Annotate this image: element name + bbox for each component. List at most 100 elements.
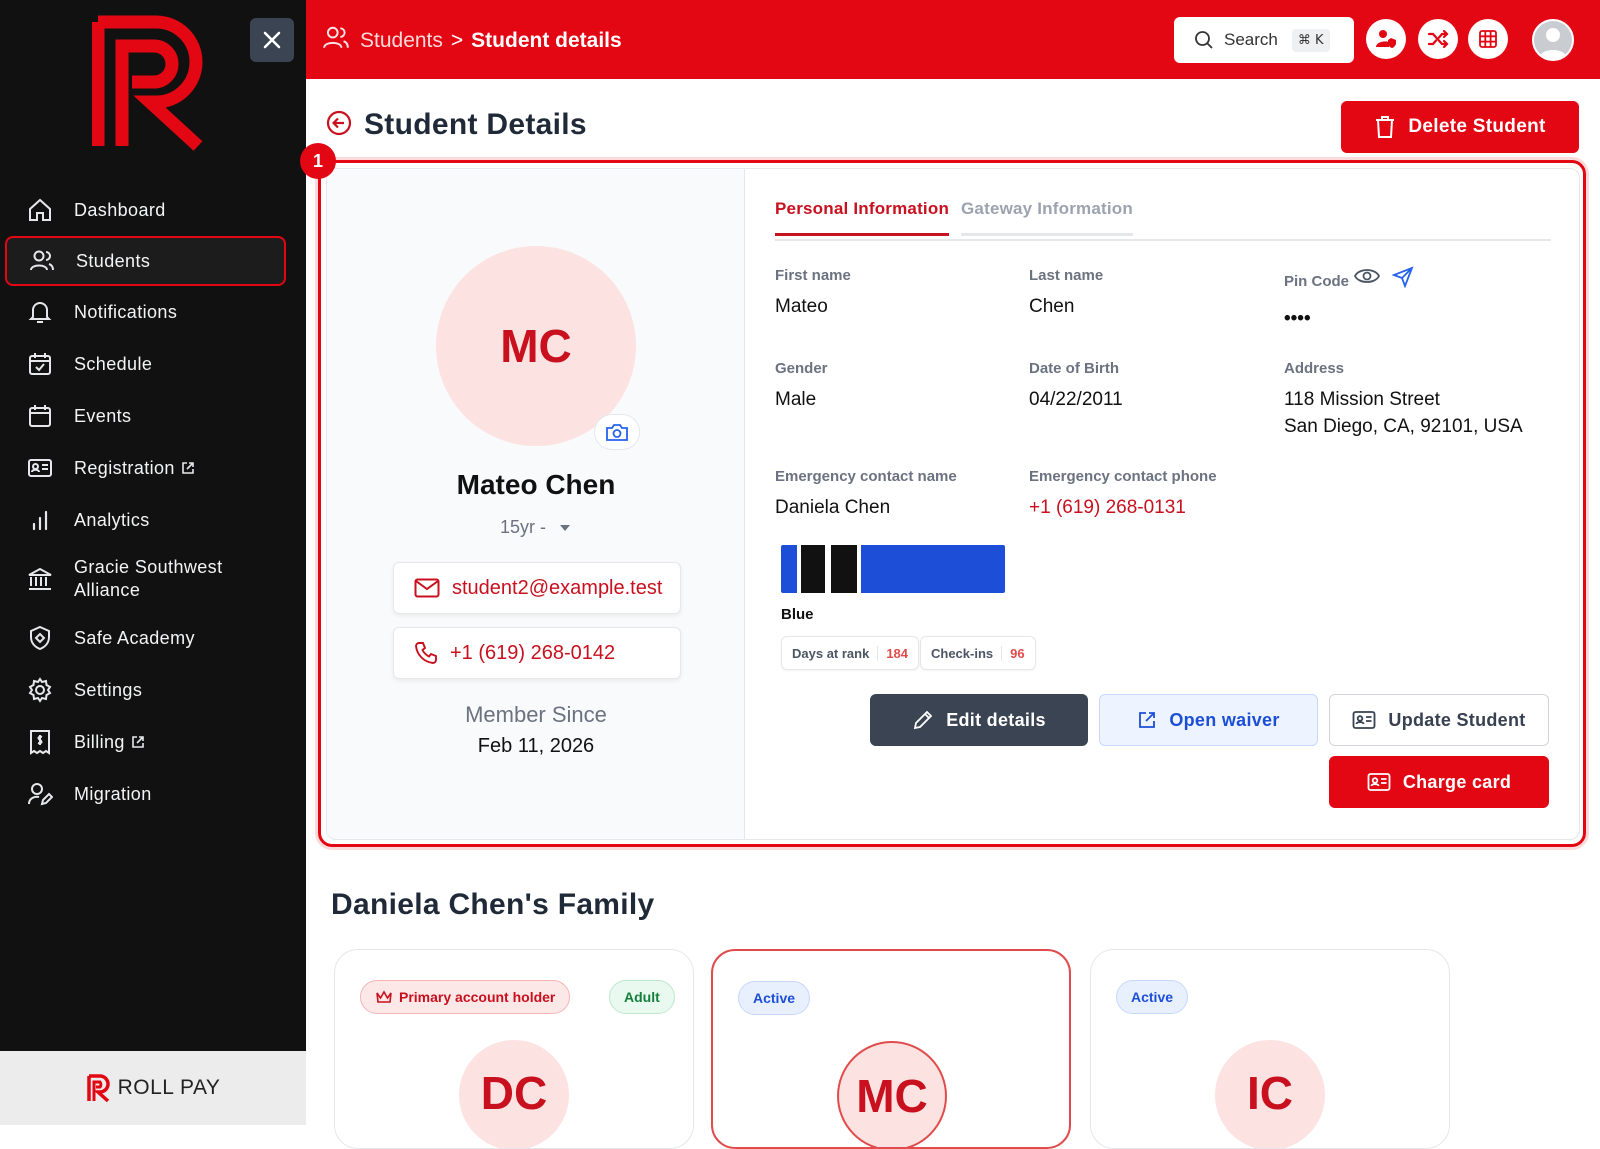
sidebar: Dashboard Students Notifications Schedul… (0, 0, 306, 1125)
info-tabs: Personal Information Gateway Information (775, 199, 1551, 241)
dob-label: Date of Birth (1029, 360, 1119, 377)
sidebar-footer-brand: ROLL PAY (0, 1051, 306, 1125)
eye-icon (1353, 269, 1381, 283)
sidebar-item-label: Registration (74, 457, 175, 478)
bar-chart-icon (26, 506, 54, 534)
primary-account-badge: Primary account holder (360, 980, 571, 1014)
sidebar-item-label: Analytics (74, 509, 150, 530)
show-pin-button[interactable] (1353, 266, 1381, 291)
sidebar-item-settings[interactable]: Settings (0, 664, 306, 716)
family-member-avatar: MC (837, 1041, 947, 1147)
topbar: Students > Student details Search ⌘ K (306, 0, 1600, 79)
gender-value: Male (775, 389, 817, 410)
user-shield-button[interactable] (1366, 19, 1406, 59)
shield-icon (26, 624, 54, 652)
stat-value: 96 (1001, 645, 1025, 661)
family-section-title: Daniela Chen's Family (331, 888, 655, 921)
emergency-contact-name-label: Emergency contact name (775, 468, 957, 485)
belt-stripe (831, 545, 857, 593)
chevron-down-icon (560, 524, 570, 531)
active-badge: Active (1116, 980, 1189, 1014)
calendar-icon (26, 402, 54, 430)
student-age-dropdown[interactable]: 15yr - (327, 517, 745, 538)
student-details-card: MC Mateo Chen 15yr - student2@example.te… (326, 168, 1580, 840)
gender-label: Gender (775, 360, 828, 377)
search-button[interactable]: Search ⌘ K (1174, 17, 1354, 63)
family-member-card[interactable]: Active IC (1090, 949, 1450, 1149)
grid-button[interactable] (1468, 19, 1508, 59)
breadcrumb-separator: > (450, 29, 464, 52)
address-label: Address (1284, 360, 1345, 377)
breadcrumb-students-link[interactable]: Students (360, 29, 443, 53)
email-button[interactable]: student2@example.test (393, 562, 681, 614)
charge-card-label: Charge card (1402, 771, 1512, 792)
sidebar-item-label: Students (76, 250, 151, 271)
pin-code-label: Pin Code (1284, 273, 1350, 290)
shuffle-button[interactable] (1418, 19, 1458, 59)
sidebar-item-gracie-southwest-alliance[interactable]: Gracie Southwest Alliance (0, 546, 306, 612)
sidebar-item-notifications[interactable]: Notifications (0, 286, 306, 338)
charge-card-button[interactable]: Charge card (1329, 756, 1549, 808)
sidebar-item-dashboard[interactable]: Dashboard (0, 184, 306, 236)
edit-details-button[interactable]: Edit details (870, 694, 1088, 746)
sidebar-item-label: Events (74, 405, 132, 426)
emergency-contact-name-value: Daniela Chen (775, 497, 891, 518)
shuffle-icon (1427, 29, 1449, 49)
last-name-label: Last name (1029, 267, 1104, 284)
open-waiver-button[interactable]: Open waiver (1099, 694, 1318, 746)
change-photo-button[interactable] (594, 414, 640, 450)
sidebar-item-registration[interactable]: Registration (0, 442, 306, 494)
family-member-card[interactable]: Primary account holder Adult DC (334, 949, 694, 1149)
student-name: Mateo Chen (456, 469, 616, 500)
send-icon (1391, 266, 1414, 289)
external-link-icon (131, 735, 145, 749)
sidebar-item-migration[interactable]: Migration (0, 768, 306, 820)
emergency-contact-phone-value[interactable]: +1 (619) 268-0131 (1029, 494, 1186, 521)
family-member-initials: DC (480, 1067, 548, 1119)
sidebar-item-events[interactable]: Events (0, 390, 306, 442)
users-icon (28, 247, 56, 275)
sidebar-item-label: Gracie Southwest Alliance (74, 557, 223, 600)
sidebar-item-students[interactable]: Students (5, 236, 286, 286)
student-email: student2@example.test (452, 576, 663, 599)
back-button[interactable] (326, 110, 352, 141)
user-edit-icon (26, 780, 54, 808)
bell-icon (26, 298, 54, 326)
send-pin-button[interactable] (1391, 266, 1414, 293)
gear-icon (26, 676, 54, 704)
sidebar-item-safe-academy[interactable]: Safe Academy (0, 612, 306, 664)
search-label: Search (1224, 30, 1278, 49)
mail-icon (414, 578, 440, 598)
user-avatar[interactable] (1532, 19, 1574, 61)
delete-student-button[interactable]: Delete Student (1341, 101, 1579, 153)
check-ins-stat: Check-ins 96 (920, 636, 1036, 670)
tab-label: Personal Information (775, 199, 950, 218)
breadcrumb-current: Student details (471, 29, 622, 52)
adult-badge: Adult (609, 980, 675, 1014)
sidebar-item-billing[interactable]: Billing (0, 716, 306, 768)
badge-label: Active (1131, 989, 1174, 1005)
id-card-icon (26, 454, 54, 482)
external-link-icon (1139, 712, 1156, 728)
phone-button[interactable]: +1 (619) 268-0142 (393, 627, 681, 679)
update-student-button[interactable]: Update Student (1329, 694, 1549, 746)
brand-name: ROLL PAY (117, 1076, 221, 1099)
tab-label: Gateway Information (961, 199, 1133, 218)
tab-gateway-information[interactable]: Gateway Information (961, 199, 1133, 236)
receipt-icon (26, 728, 54, 756)
edit-details-label: Edit details (946, 709, 1046, 730)
member-since-date: Feb 11, 2026 (477, 735, 595, 757)
page-title: Student Details (364, 108, 587, 141)
pin-code-value: •••• (1284, 308, 1311, 329)
sidebar-item-analytics[interactable]: Analytics (0, 494, 306, 546)
address-line1: 118 Mission Street (1284, 389, 1440, 410)
family-member-card-selected[interactable]: Active MC (711, 949, 1071, 1149)
tab-personal-information[interactable]: Personal Information (775, 199, 950, 236)
breadcrumb: Students > Student details (322, 24, 622, 58)
close-sidebar-button[interactable] (250, 18, 294, 62)
sidebar-item-schedule[interactable]: Schedule (0, 338, 306, 390)
dob-value: 04/22/2011 (1029, 389, 1123, 410)
search-shortcut: ⌘ K (1291, 28, 1330, 52)
badge-label: Primary account holder (399, 989, 556, 1005)
open-waiver-label: Open waiver (1169, 709, 1280, 730)
